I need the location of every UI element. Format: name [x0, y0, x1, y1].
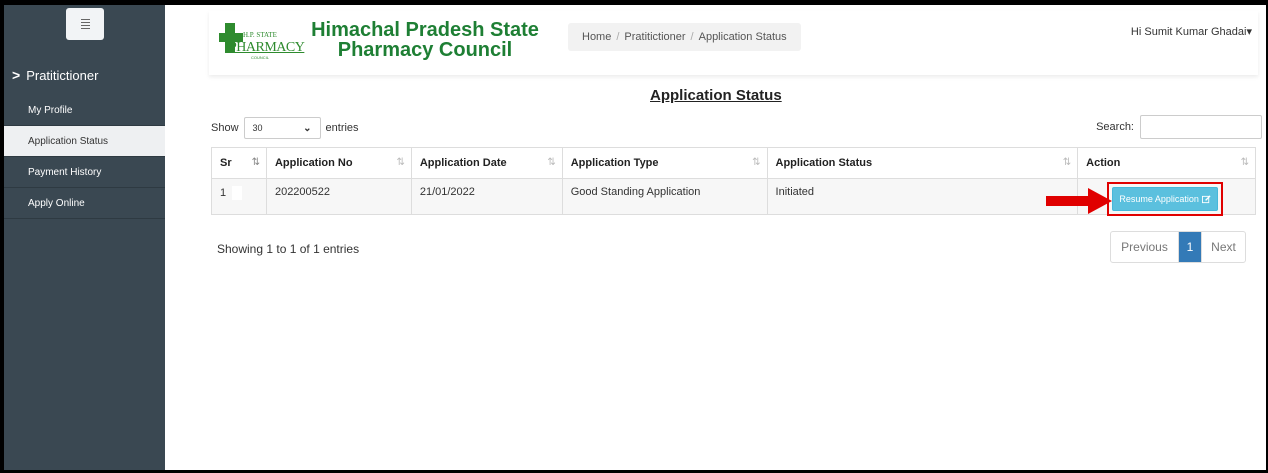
sidebar-item-payment-history[interactable]: Payment History: [4, 157, 165, 188]
table-header-row: Sr ⇅ Application No ⇅ Application Date ⇅ Ap…: [211, 147, 1256, 179]
column-header-application-status[interactable]: Application Status ⇅: [766, 147, 1079, 179]
next-page-button[interactable]: Next: [1201, 232, 1245, 262]
top-header: H.P. STATE PHARMACY COUNCIL Himachal Pra…: [209, 11, 1258, 75]
sidebar-item-application-status[interactable]: Application Status: [4, 126, 165, 157]
sort-icon: ⇅: [547, 157, 556, 168]
caret-down-icon: ▾: [1246, 26, 1252, 38]
annotation-arrow-icon: [1046, 188, 1112, 214]
user-menu[interactable]: Hi Sumit Kumar Ghadai▾: [1131, 25, 1252, 38]
resume-application-button[interactable]: Resume Application: [1112, 187, 1219, 211]
page-length-value: 30: [252, 123, 263, 133]
user-greeting: Hi Sumit Kumar Ghadai: [1130, 26, 1247, 38]
search-label: Search:: [1096, 121, 1134, 133]
sidebar-item-apply-online[interactable]: Apply Online: [4, 188, 165, 219]
sort-asc-icon: ⇅: [251, 157, 260, 168]
sidebar-section-header[interactable]: > Pratitictioner: [12, 67, 98, 83]
cell-application-status: Initiated: [766, 178, 1079, 215]
pharmacy-council-logo: H.P. STATE PHARMACY COUNCIL: [219, 20, 311, 62]
org-name: Himachal Pradesh State Pharmacy Council: [311, 19, 539, 61]
resume-application-label: Resume Application: [1119, 194, 1199, 204]
breadcrumb: Home / Pratitictioner / Application Stat…: [568, 23, 801, 51]
breadcrumb-home[interactable]: Home: [582, 31, 611, 43]
sort-icon: ⇅: [1062, 157, 1072, 168]
table-info: Showing 1 to 1 of 1 entries: [217, 242, 360, 256]
sidebar-menu: My Profile Application Status Payment Hi…: [4, 95, 165, 219]
cell-application-date: 21/01/2022: [410, 178, 563, 215]
page-length-select[interactable]: 30 ⌄: [243, 117, 321, 139]
page-title: Application Status: [650, 87, 782, 104]
cell-sr: 1: [211, 178, 267, 215]
page-length-control: Show 30 ⌄ entries: [211, 117, 359, 139]
sort-icon: ⇅: [752, 157, 761, 168]
sidebar: > Pratitictioner My Profile Application …: [4, 5, 165, 470]
previous-page-button[interactable]: Previous: [1111, 232, 1179, 262]
breadcrumb-pratitictioner[interactable]: Pratitictioner: [624, 31, 685, 43]
highlight-box: Resume Application: [1107, 182, 1224, 216]
pagination: Previous 1 Next: [1110, 231, 1246, 263]
app-frame: > Pratitictioner My Profile Application …: [4, 5, 1266, 470]
sort-icon: ⇅: [396, 157, 405, 168]
search-input[interactable]: [1140, 115, 1262, 139]
column-header-sr[interactable]: Sr ⇅: [211, 147, 267, 179]
column-header-application-date[interactable]: Application Date ⇅: [410, 147, 563, 179]
entries-label: entries: [325, 122, 359, 134]
chevron-right-icon: >: [12, 67, 21, 83]
table-search: Search:: [1096, 115, 1262, 139]
page-1-button[interactable]: 1: [1179, 232, 1201, 262]
sort-icon: ⇅: [1240, 157, 1249, 168]
breadcrumb-current: Application Status: [698, 31, 787, 43]
edit-icon: [1201, 194, 1211, 203]
cell-application-type: Good Standing Application: [561, 178, 768, 215]
column-header-application-no[interactable]: Application No ⇅: [265, 147, 412, 179]
sidebar-item-my-profile[interactable]: My Profile: [4, 95, 165, 126]
menu-toggle-button[interactable]: [66, 8, 104, 40]
chevron-down-icon: ⌄: [303, 122, 312, 134]
column-header-application-type[interactable]: Application Type ⇅: [561, 147, 768, 179]
sidebar-section-label: Pratitictioner: [26, 67, 99, 83]
cell-application-no: 202200522: [265, 178, 412, 215]
column-header-action[interactable]: Action ⇅: [1077, 147, 1256, 179]
show-label: Show: [211, 122, 239, 134]
hamburger-icon: [80, 19, 90, 29]
